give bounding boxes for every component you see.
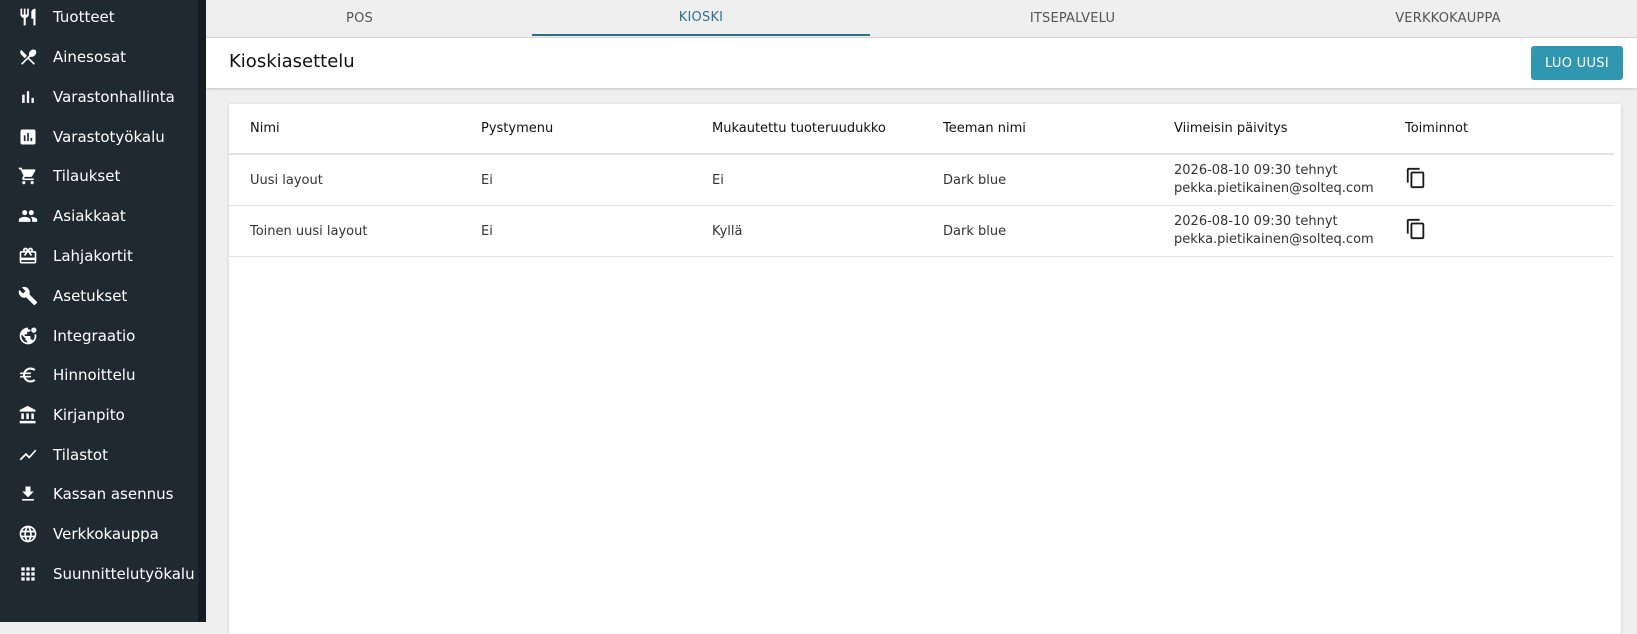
trend-line-icon [18, 445, 38, 465]
create-new-button[interactable]: LUO UUSI [1531, 46, 1623, 80]
sidebar-item-kassan-asennus[interactable]: Kassan asennus [0, 479, 198, 509]
fork-knife-icon [18, 7, 38, 27]
tab-verkkokauppa[interactable]: VERKKOKAUPPA [1259, 0, 1637, 36]
cell-theme-name: Dark blue [922, 205, 1153, 257]
globe-icon [18, 524, 38, 544]
layouts-table-card: Nimi Pystymenu Mukautettu tuoteruudukko … [229, 104, 1621, 634]
gift-card-icon [18, 246, 38, 266]
shopping-cart-icon [18, 166, 38, 186]
sidebar-item-label: Varastotyökalu [53, 128, 165, 146]
page-header: Kioskiasettelu LUO UUSI [206, 38, 1637, 88]
globe-gear-icon [18, 326, 38, 346]
layouts-table: Nimi Pystymenu Mukautettu tuoteruudukko … [229, 104, 1614, 257]
cell-actions [1384, 154, 1614, 206]
cell-custom-grid: Ei [691, 154, 922, 206]
sidebar-item-asetukset[interactable]: Asetukset [0, 281, 198, 311]
main-content: POS KIOSKI ITSEPALVELU VERKKOKAUPPA Kios… [206, 0, 1637, 634]
cell-name: Toinen uusi layout [229, 205, 460, 257]
table-header-row: Nimi Pystymenu Mukautettu tuoteruudukko … [229, 104, 1614, 155]
cell-custom-grid: Kyllä [691, 205, 922, 257]
table-row[interactable]: Uusi layout Ei Ei Dark blue 2026-08-10 0… [229, 154, 1614, 206]
sidebar-item-lahjakortit[interactable]: Lahjakortit [0, 241, 198, 271]
updated-date: 2026-08-10 09:30 tehnyt [1174, 214, 1338, 229]
sidebar-item-label: Tilaukset [53, 167, 121, 185]
sidebar-item-label: Verkkokauppa [53, 525, 159, 543]
euro-icon [18, 365, 38, 385]
column-header-vertical-menu[interactable]: Pystymenu [460, 104, 691, 155]
sidebar-item-tilaukset[interactable]: Tilaukset [0, 161, 198, 191]
sidebar-item-kirjanpito[interactable]: Kirjanpito [0, 400, 198, 430]
sidebar-item-label: Varastonhallinta [53, 88, 175, 106]
copy-icon[interactable] [1405, 217, 1427, 241]
column-header-actions: Toiminnot [1384, 104, 1614, 155]
updated-by: pekka.pietikainen@solteq.com [1174, 232, 1374, 247]
sidebar-item-label: Ainesosat [53, 48, 127, 66]
bar-chart-icon [18, 87, 38, 107]
cell-name: Uusi layout [229, 154, 460, 206]
bank-icon [18, 405, 38, 425]
cell-last-updated: 2026-08-10 09:30 tehnyt pekka.pietikaine… [1153, 154, 1384, 206]
cell-theme-name: Dark blue [922, 154, 1153, 206]
updated-by: pekka.pietikainen@solteq.com [1174, 181, 1374, 196]
sidebar-item-label: Tilastot [53, 446, 108, 464]
sidebar-item-label: Hinnoittelu [53, 366, 136, 384]
sidebar-item-label: Kassan asennus [53, 485, 174, 503]
sidebar-item-label: Asiakkaat [53, 207, 126, 225]
sidebar-item-varastonhallinta[interactable]: Varastonhallinta [0, 82, 198, 112]
download-icon [18, 484, 38, 504]
sidebar-item-label: Asetukset [53, 287, 128, 305]
column-header-custom-grid[interactable]: Mukautettu tuoteruudukko [691, 104, 922, 155]
sidebar-item-asiakkaat[interactable]: Asiakkaat [0, 201, 198, 231]
page-title: Kioskiasettelu [229, 51, 355, 72]
cell-vertical-menu: Ei [460, 205, 691, 257]
sidebar-item-label: Integraatio [53, 327, 136, 345]
table-row[interactable]: Toinen uusi layout Ei Kyllä Dark blue 20… [229, 205, 1614, 257]
copy-icon[interactable] [1405, 166, 1427, 190]
sidebar-item-hinnoittelu[interactable]: Hinnoittelu [0, 360, 198, 390]
updated-date: 2026-08-10 09:30 tehnyt [1174, 163, 1338, 178]
crossed-utensils-icon [18, 47, 38, 67]
sidebar-item-label: Tuotteet [53, 8, 115, 26]
sidebar-item-tuotteet[interactable]: Tuotteet [0, 2, 198, 32]
people-icon [18, 206, 38, 226]
grid-icon [18, 564, 38, 584]
cell-vertical-menu: Ei [460, 154, 691, 206]
sidebar-item-label: Kirjanpito [53, 406, 125, 424]
layout-tabs: POS KIOSKI ITSEPALVELU VERKKOKAUPPA [206, 0, 1637, 38]
sidebar-item-suunnittelutyokalu[interactable]: Suunnittelutyökalu [0, 559, 198, 589]
sidebar-item-varastotyokalu[interactable]: Varastotyökalu [0, 122, 198, 152]
chart-box-icon [18, 127, 38, 147]
column-header-theme-name[interactable]: Teeman nimi [922, 104, 1153, 155]
sidebar-item-verkkokauppa[interactable]: Verkkokauppa [0, 519, 198, 549]
sidebar: Tuotteet Ainesosat Varastonhallinta Vara… [0, 0, 206, 622]
sidebar-item-label: Suunnittelutyökalu [53, 565, 195, 583]
tab-pos[interactable]: POS [206, 0, 513, 36]
sidebar-item-label: Lahjakortit [53, 247, 133, 265]
tab-kioski[interactable]: KIOSKI [532, 0, 870, 36]
cell-last-updated: 2026-08-10 09:30 tehnyt pekka.pietikaine… [1153, 205, 1384, 257]
wrench-icon [18, 286, 38, 306]
column-header-name[interactable]: Nimi [229, 104, 460, 155]
sidebar-item-tilastot[interactable]: Tilastot [0, 440, 198, 470]
column-header-last-updated[interactable]: Viimeisin päivitys [1153, 104, 1384, 155]
tab-itsepalvelu[interactable]: ITSEPALVELU [886, 0, 1259, 36]
cell-actions [1384, 205, 1614, 257]
sidebar-item-ainesosat[interactable]: Ainesosat [0, 42, 198, 72]
sidebar-item-integraatio[interactable]: Integraatio [0, 321, 198, 351]
